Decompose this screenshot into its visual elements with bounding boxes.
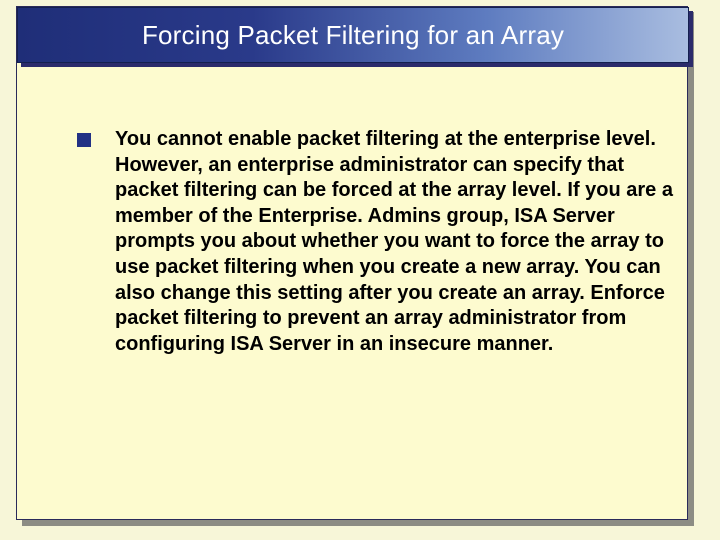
bullet-text: You cannot enable packet filtering at th… — [115, 127, 677, 357]
body-area: You cannot enable packet filtering at th… — [77, 127, 677, 357]
slide: Forcing Packet Filtering for an Array Yo… — [0, 0, 720, 540]
slide-title: Forcing Packet Filtering for an Array — [142, 20, 564, 51]
square-bullet-icon — [77, 133, 91, 147]
bullet-row: You cannot enable packet filtering at th… — [77, 127, 677, 357]
title-bar: Forcing Packet Filtering for an Array — [17, 7, 689, 63]
content-panel: Forcing Packet Filtering for an Array Yo… — [16, 6, 688, 520]
